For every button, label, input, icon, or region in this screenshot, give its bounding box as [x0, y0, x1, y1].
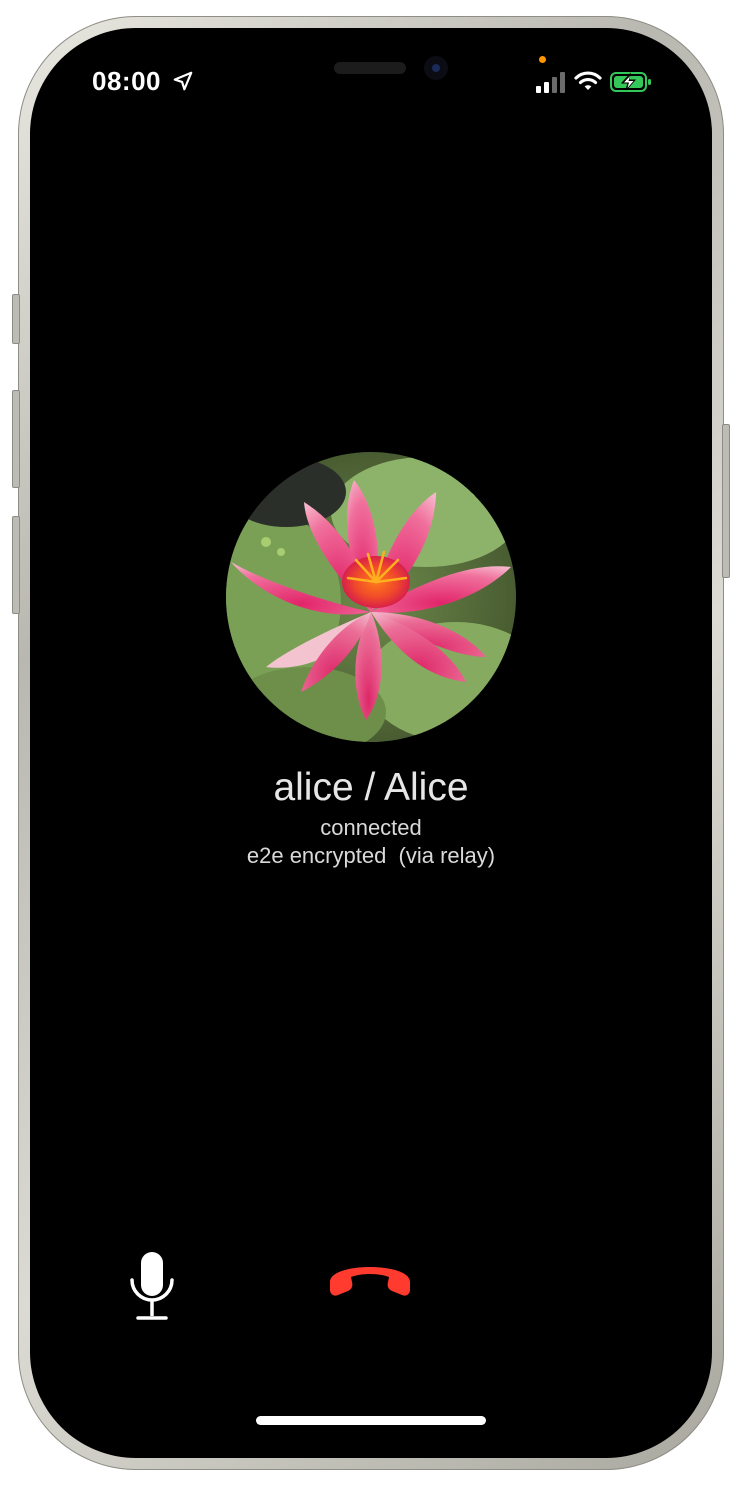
wifi-icon — [574, 71, 602, 90]
side-button — [722, 424, 730, 578]
front-camera — [424, 56, 448, 80]
cellular-signal-icon — [536, 72, 565, 93]
silent-switch — [12, 294, 20, 344]
end-call-icon — [330, 1267, 410, 1296]
water-lily-photo — [226, 452, 516, 742]
call-screen: 08:00 alice / Alice connected e2e encryp… — [30, 28, 712, 1458]
caller-avatar — [226, 452, 516, 742]
battery-charging-icon — [610, 72, 651, 92]
earpiece-speaker — [334, 62, 406, 74]
microphone-icon — [130, 1252, 174, 1320]
phone-frame: 08:00 alice / Alice connected e2e encryp… — [12, 16, 730, 1470]
encryption-status: e2e encrypted (via relay) — [246, 843, 496, 868]
call-controls — [30, 1228, 712, 1348]
status-bar: 08:00 — [30, 28, 712, 138]
call-status: connected — [320, 815, 422, 840]
home-indicator[interactable] — [256, 1416, 486, 1425]
status-time: 08:00 — [92, 66, 161, 96]
volume-down-button — [12, 516, 20, 614]
end-call-button[interactable] — [320, 1244, 420, 1304]
caller-name: alice / Alice — [273, 766, 469, 809]
volume-up-button — [12, 390, 20, 488]
mute-microphone-button[interactable] — [122, 1246, 182, 1326]
caller-info: alice / Alice connected e2e encrypted (v… — [30, 452, 712, 870]
microphone-in-use-dot — [539, 56, 546, 63]
location-arrow-icon — [173, 71, 193, 91]
